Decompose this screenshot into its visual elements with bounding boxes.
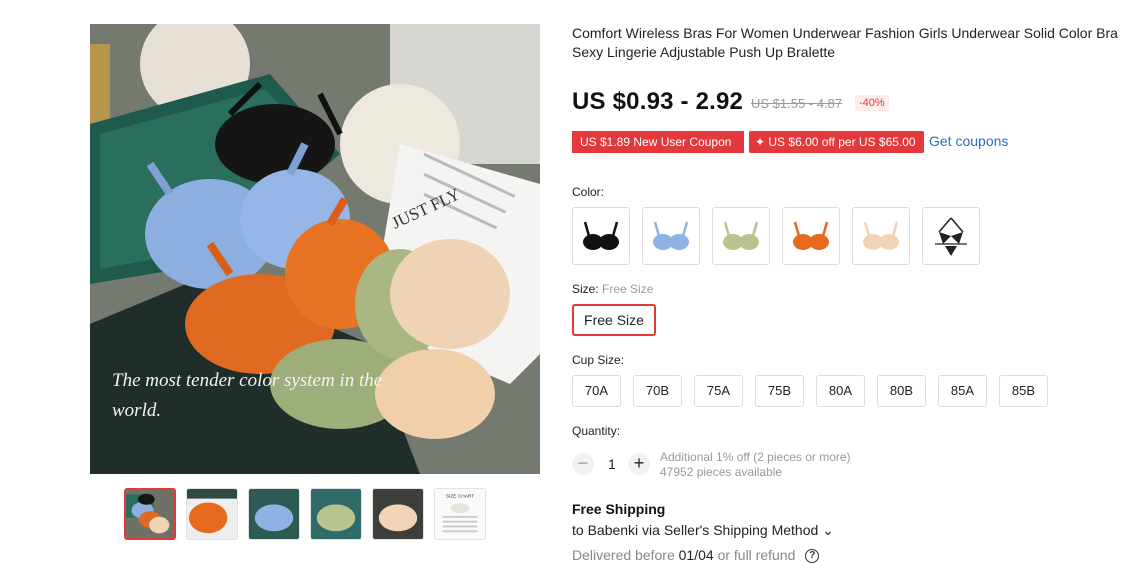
bulk-discount-note: Additional 1% off (2 pieces or more) bbox=[660, 450, 851, 464]
cup-option[interactable]: 75A bbox=[694, 375, 743, 407]
main-product-image[interactable]: JUST FLY The most tender color system in… bbox=[90, 24, 540, 474]
stock-available: 47952 pieces available bbox=[660, 465, 783, 479]
quantity-label: Quantity: bbox=[572, 424, 621, 438]
image-caption-line2: world. bbox=[112, 400, 161, 421]
delivery-suffix: or full refund bbox=[717, 547, 796, 563]
size-chart-thumb-label: SIZE CHART bbox=[446, 494, 474, 500]
cup-option[interactable]: 70B bbox=[633, 375, 682, 407]
thumbnail-beige[interactable] bbox=[372, 488, 424, 540]
thumbnail-size-chart[interactable]: SIZE CHART bbox=[434, 488, 486, 540]
thumbnail-mixed[interactable] bbox=[124, 488, 176, 540]
color-option-green[interactable] bbox=[712, 207, 770, 265]
color-option-beige[interactable] bbox=[852, 207, 910, 265]
shipping-method-selector[interactable]: to Babenki via Seller's Shipping Method … bbox=[572, 522, 834, 539]
cup-option[interactable]: 75B bbox=[755, 375, 804, 407]
quantity-value[interactable]: 1 bbox=[608, 456, 616, 472]
color-option-halter-black[interactable] bbox=[922, 207, 980, 265]
original-price: US $1.55 - 4.87 bbox=[751, 96, 843, 111]
get-coupons-link[interactable]: Get coupons bbox=[929, 133, 1008, 149]
new-user-coupon[interactable]: US $1.89 New User Coupon bbox=[572, 131, 744, 153]
color-option-blue[interactable] bbox=[642, 207, 700, 265]
cup-option[interactable]: 80A bbox=[816, 375, 865, 407]
quantity-increase-button[interactable]: + bbox=[628, 453, 650, 475]
thumbnail-blue[interactable] bbox=[248, 488, 300, 540]
cup-size-label: Cup Size: bbox=[572, 353, 625, 367]
help-icon[interactable]: ? bbox=[805, 549, 820, 564]
size-label: Size: bbox=[572, 282, 599, 296]
cup-option[interactable]: 80B bbox=[877, 375, 926, 407]
thumbnail-green[interactable] bbox=[310, 488, 362, 540]
quantity-info: Additional 1% off (2 pieces or more) 479… bbox=[660, 450, 851, 480]
discount-badge: -40% bbox=[855, 95, 889, 111]
delivery-prefix: Delivered before bbox=[572, 547, 675, 563]
color-swatches bbox=[572, 207, 980, 265]
size-selected-value: Free Size bbox=[602, 282, 654, 296]
cup-size-options: 70A 70B 75A 75B 80A 80B 85A 85B bbox=[572, 375, 1048, 407]
image-caption-line1: The most tender color system in the bbox=[112, 370, 382, 391]
cup-option[interactable]: 85B bbox=[999, 375, 1048, 407]
thumbnail-strip: SIZE CHART bbox=[124, 488, 486, 540]
delivery-date: 01/04 bbox=[678, 547, 714, 563]
color-label: Color: bbox=[572, 185, 605, 199]
size-label-row: Size: Free Size bbox=[572, 282, 653, 296]
delivery-estimate: Delivered before 01/04 or full refund ? bbox=[572, 547, 820, 564]
color-option-black[interactable] bbox=[572, 207, 630, 265]
current-price: US $0.93 - 2.92 bbox=[572, 88, 744, 115]
shipping-title: Free Shipping bbox=[572, 501, 666, 517]
cup-option[interactable]: 85A bbox=[938, 375, 987, 407]
store-coupon[interactable]: ✦ US $6.00 off per US $65.00 bbox=[749, 131, 924, 153]
cup-option[interactable]: 70A bbox=[572, 375, 621, 407]
quantity-decrease-button[interactable]: − bbox=[572, 453, 594, 475]
thumbnail-orange[interactable] bbox=[186, 488, 238, 540]
product-title: Comfort Wireless Bras For Women Underwea… bbox=[572, 25, 1118, 60]
color-option-orange[interactable] bbox=[782, 207, 840, 265]
size-option-free-size[interactable]: Free Size bbox=[572, 304, 656, 336]
